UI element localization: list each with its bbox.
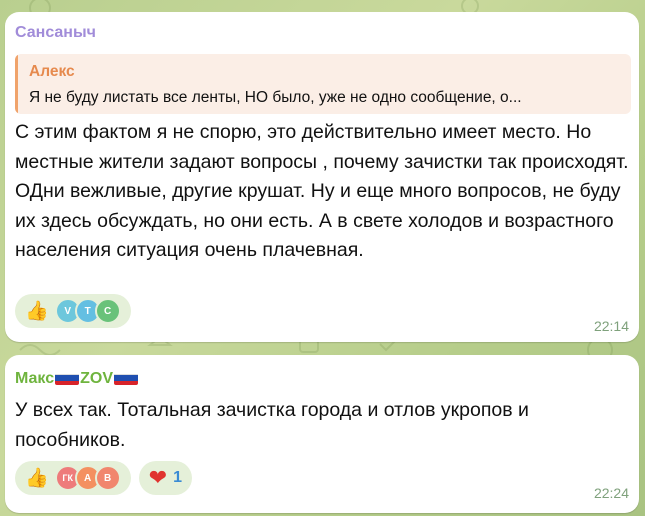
message-time: 22:24 <box>593 485 629 501</box>
reply-author: Алекс <box>29 63 75 80</box>
reaction-heart[interactable]: ❤ 1 <box>138 461 193 495</box>
avatar: C <box>94 298 121 324</box>
reactor-avatars: ГК А В <box>54 465 121 491</box>
sender-name[interactable]: Сансаныч <box>15 24 96 42</box>
reply-text: Я не буду листать все ленты, НО было, уж… <box>29 89 522 106</box>
russia-flag-icon <box>55 369 80 385</box>
avatar: В <box>94 465 121 491</box>
reaction-thumbs-up[interactable]: 👍 ГК А В <box>15 461 131 495</box>
reactions-bar: 👍 ГК А В ❤ 1 <box>15 461 193 495</box>
reply-quote[interactable]: Алекс Я не буду листать все ленты, НО бы… <box>15 54 631 114</box>
message-bubble[interactable]: Сансаныч Алекс Я не буду листать все лен… <box>5 12 639 342</box>
sender-name-text: Сансаныч <box>15 24 96 41</box>
message-bubble[interactable]: Макс ZOV У всех так. Тотальная зачистка г… <box>5 355 639 513</box>
reactions-bar: 👍 V T C <box>15 294 131 328</box>
sender-name-text: Макс <box>15 370 55 387</box>
thumbs-up-icon: 👍 <box>25 300 49 322</box>
message-time: 22:14 <box>593 318 629 334</box>
reaction-count: 1 <box>173 469 183 486</box>
thumbs-up-icon: 👍 <box>25 467 49 489</box>
message-text: С этим фактом я не спорю, это действител… <box>15 121 629 261</box>
sender-name-text: ZOV <box>80 370 114 387</box>
message-text: У всех так. Тотальная зачистка города и … <box>15 399 529 451</box>
reaction-thumbs-up[interactable]: 👍 V T C <box>15 294 131 328</box>
reactor-avatars: V T C <box>54 298 121 324</box>
russia-flag-icon <box>114 369 139 385</box>
reply-accent-bar <box>15 54 18 114</box>
sender-name[interactable]: Макс ZOV <box>15 369 139 388</box>
heart-icon: ❤ <box>148 465 168 490</box>
